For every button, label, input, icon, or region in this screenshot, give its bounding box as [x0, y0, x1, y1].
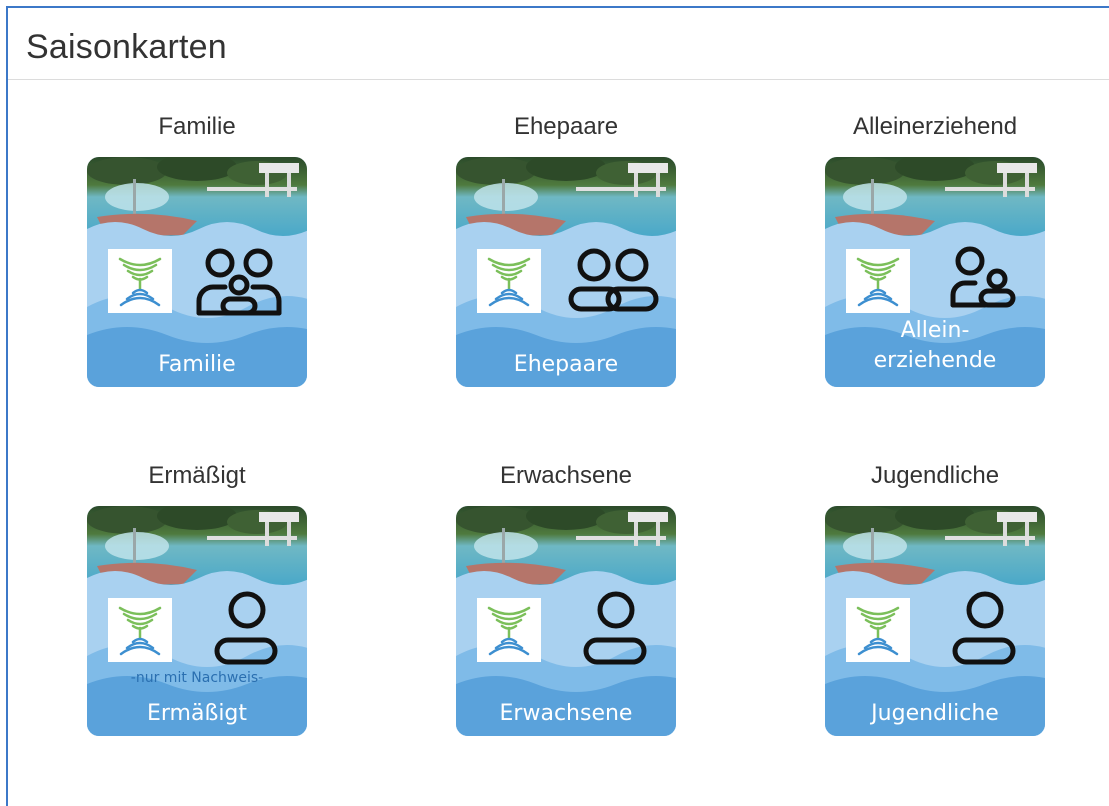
ticket-image[interactable]: Ehepaare [456, 157, 676, 387]
ticket-label: Ermäßigt [147, 701, 247, 726]
card-caption: Alleinerziehend [852, 113, 1018, 140]
ticket-label: erziehende [874, 348, 997, 373]
bath-logo [477, 598, 541, 662]
bath-logo [108, 598, 172, 662]
ticket-image[interactable]: Jugendliche [825, 506, 1045, 736]
card-caption: Jugendliche [870, 462, 1000, 489]
ticket-image[interactable]: Allein-erziehende [825, 157, 1045, 387]
ticket-image[interactable]: -nur mit Nachweis- Ermäßigt [87, 506, 307, 736]
ticket-label: Jugendliche [869, 701, 999, 726]
bath-logo [477, 249, 541, 313]
bath-logo [846, 598, 910, 662]
ticket-label: Ehepaare [514, 352, 618, 377]
page-title: Saisonkarten [26, 28, 227, 66]
card-caption: Familie [158, 113, 236, 140]
card-caption: Erwachsene [499, 462, 633, 489]
ticket-label: Erwachsene [500, 701, 633, 726]
bath-logo [846, 249, 910, 313]
proof-note: -nur mit Nachweis- [131, 670, 263, 686]
ticket-image[interactable]: Erwachsene [456, 506, 676, 736]
ticket-image[interactable]: Familie [87, 157, 307, 387]
card-caption: Ermäßigt [148, 462, 246, 489]
ticket-label: Familie [158, 352, 235, 377]
bath-logo [108, 249, 172, 313]
card-caption: Ehepaare [513, 113, 619, 140]
panel-header: Saisonkarten [8, 8, 1109, 80]
ticket-label: Allein- [901, 318, 970, 343]
